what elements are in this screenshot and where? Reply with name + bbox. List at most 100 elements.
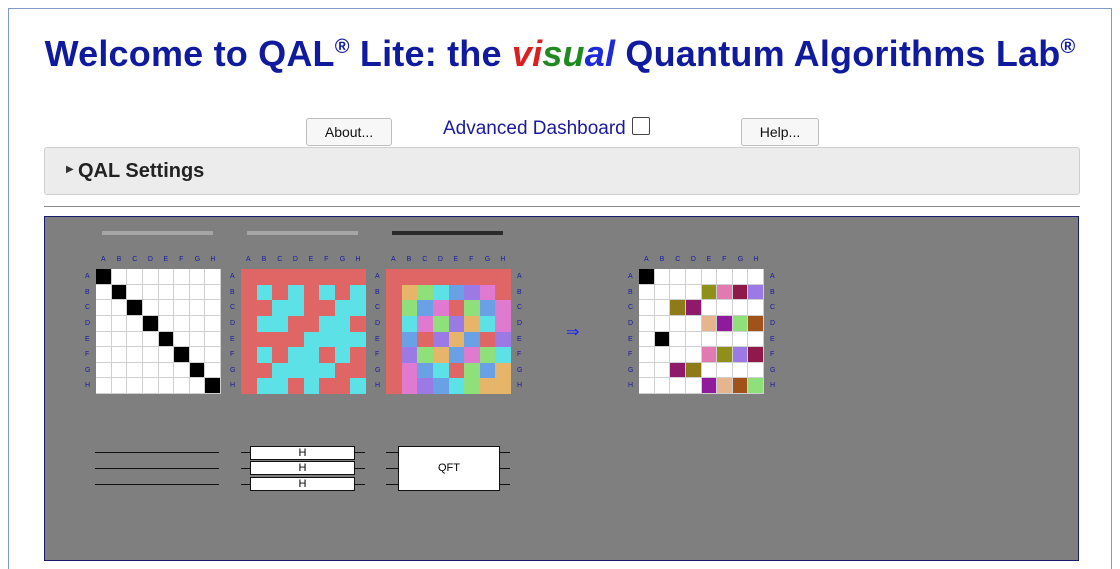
hadamard-gate[interactable]: H — [250, 461, 355, 475]
matrix-cell[interactable] — [350, 378, 366, 394]
matrix-cell[interactable] — [272, 284, 288, 301]
matrix-cell[interactable] — [732, 269, 749, 285]
matrix-cell[interactable] — [319, 315, 335, 332]
matrix-cell[interactable] — [205, 300, 221, 316]
matrix-cell[interactable] — [417, 362, 433, 379]
matrix-cell[interactable] — [174, 269, 190, 285]
matrix-cell[interactable] — [96, 331, 112, 348]
matrix-cell[interactable] — [717, 378, 733, 394]
matrix-cell[interactable] — [654, 284, 671, 301]
matrix-cell[interactable] — [319, 378, 335, 394]
matrix-cell[interactable] — [142, 284, 159, 301]
matrix-cell[interactable] — [685, 300, 702, 316]
matrix-cell[interactable] — [654, 269, 671, 285]
matrix-cell[interactable] — [717, 331, 733, 348]
matrix-cell[interactable] — [256, 300, 273, 316]
matrix-cell[interactable] — [639, 300, 655, 316]
matrix-cell[interactable] — [174, 315, 190, 332]
matrix-cell[interactable] — [748, 331, 764, 348]
matrix-cell[interactable] — [670, 300, 686, 316]
help-button[interactable]: Help... — [741, 118, 819, 146]
matrix-cell[interactable] — [732, 300, 749, 316]
matrix-cell[interactable] — [142, 378, 159, 394]
matrix-cell[interactable] — [303, 378, 320, 394]
matrix-cell[interactable] — [272, 347, 288, 363]
matrix-cell[interactable] — [670, 347, 686, 363]
matrix-cell[interactable] — [158, 347, 175, 363]
matrix-cell[interactable] — [401, 300, 418, 316]
matrix-cell[interactable] — [272, 362, 288, 379]
matrix-cell[interactable] — [732, 331, 749, 348]
matrix-cell[interactable] — [417, 269, 433, 285]
matrix-cell[interactable] — [127, 300, 143, 316]
matrix-cell[interactable] — [748, 362, 764, 379]
hadamard-gate[interactable]: H — [250, 446, 355, 460]
matrix-cell[interactable] — [670, 331, 686, 348]
matrix-cell[interactable] — [432, 300, 449, 316]
matrix-cell[interactable] — [189, 284, 206, 301]
matrix-cell[interactable] — [495, 315, 511, 332]
advanced-dashboard-checkbox[interactable] — [631, 117, 650, 135]
matrix-cell[interactable] — [732, 362, 749, 379]
matrix-cell[interactable] — [432, 315, 449, 332]
matrix-cell[interactable] — [417, 378, 433, 394]
matrix-cell[interactable] — [256, 347, 273, 363]
matrix-cell[interactable] — [495, 331, 511, 348]
matrix-cell[interactable] — [685, 284, 702, 301]
matrix-cell[interactable] — [417, 315, 433, 332]
matrix-cell[interactable] — [189, 362, 206, 379]
matrix-cell[interactable] — [256, 378, 273, 394]
matrix-cell[interactable] — [654, 362, 671, 379]
matrix-cell[interactable] — [127, 315, 143, 332]
matrix-cell[interactable] — [386, 300, 402, 316]
matrix-cell[interactable] — [350, 269, 366, 285]
matrix-cell[interactable] — [748, 347, 764, 363]
matrix-cell[interactable] — [350, 284, 366, 301]
matrix-cell[interactable] — [174, 378, 190, 394]
matrix-cell[interactable] — [685, 347, 702, 363]
matrix-cell[interactable] — [319, 284, 335, 301]
matrix-cell[interactable] — [96, 315, 112, 332]
matrix-cell[interactable] — [479, 269, 496, 285]
matrix-cell[interactable] — [205, 378, 221, 394]
matrix-cell[interactable] — [127, 362, 143, 379]
matrix-cell[interactable] — [256, 269, 273, 285]
matrix-cell[interactable] — [142, 315, 159, 332]
matrix-cell[interactable] — [111, 284, 128, 301]
matrix-cell[interactable] — [670, 362, 686, 379]
matrix-cell[interactable] — [448, 347, 465, 363]
matrix-cell[interactable] — [479, 300, 496, 316]
matrix-cell[interactable] — [464, 362, 480, 379]
matrix-cell[interactable] — [319, 269, 335, 285]
matrix-cell[interactable] — [401, 269, 418, 285]
matrix-cell[interactable] — [639, 315, 655, 332]
matrix-cell[interactable] — [350, 347, 366, 363]
matrix-cell[interactable] — [495, 284, 511, 301]
matrix-cell[interactable] — [401, 331, 418, 348]
matrix-cell[interactable] — [287, 347, 304, 363]
matrix-cell[interactable] — [401, 284, 418, 301]
matrix-cell[interactable] — [464, 300, 480, 316]
matrix-cell[interactable] — [256, 315, 273, 332]
matrix-cell[interactable] — [334, 315, 351, 332]
matrix-cell[interactable] — [495, 378, 511, 394]
matrix-cell[interactable] — [386, 284, 402, 301]
matrix-cell[interactable] — [111, 362, 128, 379]
matrix-cell[interactable] — [495, 362, 511, 379]
matrix-cell[interactable] — [287, 284, 304, 301]
matrix-cell[interactable] — [748, 300, 764, 316]
matrix-cell[interactable] — [401, 378, 418, 394]
matrix-cell[interactable] — [432, 284, 449, 301]
matrix-cell[interactable] — [241, 331, 257, 348]
matrix-cell[interactable] — [432, 362, 449, 379]
matrix-cell[interactable] — [701, 284, 718, 301]
matrix-cell[interactable] — [127, 378, 143, 394]
qft-matrix[interactable] — [386, 269, 511, 394]
matrix-cell[interactable] — [96, 300, 112, 316]
matrix-cell[interactable] — [386, 347, 402, 363]
matrix-cell[interactable] — [639, 347, 655, 363]
matrix-cell[interactable] — [142, 362, 159, 379]
matrix-cell[interactable] — [174, 347, 190, 363]
matrix-cell[interactable] — [303, 362, 320, 379]
matrix-cell[interactable] — [670, 315, 686, 332]
